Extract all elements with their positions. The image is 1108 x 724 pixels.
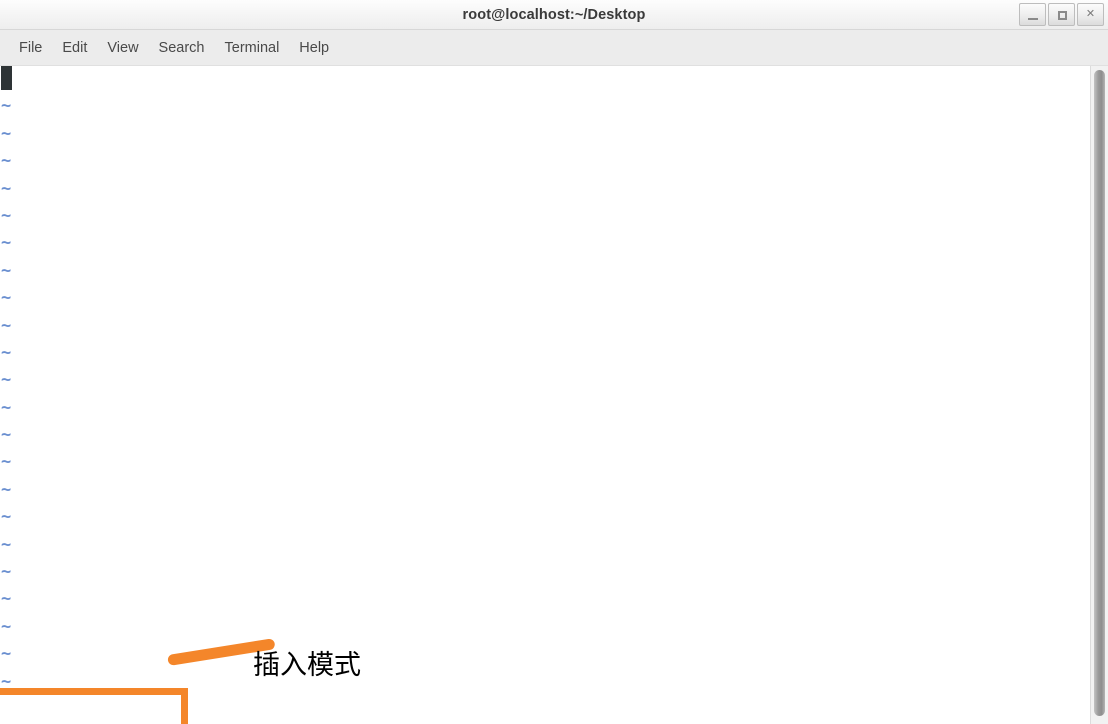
tilde-marker: ~ bbox=[1, 671, 12, 692]
annotation-label: 插入模式 bbox=[253, 650, 361, 681]
menu-item-edit[interactable]: Edit bbox=[52, 36, 97, 60]
tilde-marker: ~ bbox=[1, 534, 12, 555]
tilde-marker: ~ bbox=[1, 589, 12, 610]
vim-empty-line: ~ bbox=[0, 230, 1090, 257]
maximize-icon bbox=[1058, 11, 1067, 20]
vim-empty-line: ~ bbox=[0, 313, 1090, 340]
scrollbar-thumb[interactable] bbox=[1094, 70, 1105, 716]
vim-empty-line: ~ bbox=[0, 340, 1090, 367]
vim-empty-line: ~ bbox=[0, 641, 1090, 668]
terminal-body[interactable]: ~~~~~~~~~~~~~~~~~~~~~~ -- INSERT -- 0,1 … bbox=[0, 66, 1108, 724]
tilde-marker: ~ bbox=[1, 260, 12, 281]
vim-empty-line: ~ bbox=[0, 285, 1090, 312]
close-icon: ✕ bbox=[1085, 8, 1096, 20]
vim-empty-line: ~ bbox=[0, 477, 1090, 504]
tilde-marker: ~ bbox=[1, 644, 12, 665]
vertical-scrollbar[interactable] bbox=[1090, 66, 1108, 724]
tilde-marker: ~ bbox=[1, 370, 12, 391]
window-title: root@localhost:~/Desktop bbox=[462, 7, 646, 23]
terminal-window: root@localhost:~/Desktop ✕ File Edit Vie… bbox=[0, 0, 1108, 724]
vim-empty-line: ~ bbox=[0, 258, 1090, 285]
vim-buffer[interactable]: ~ ~ ~ ~ ~ ~ ~ ~ ~ ~ ~ ~ ~ ~ ~ ~ ~ ~ ~ ~ ~ ~ bbox=[0, 66, 1090, 696]
vim-cursor-line bbox=[0, 66, 1090, 93]
tilde-marker: ~ bbox=[1, 123, 12, 144]
maximize-button[interactable] bbox=[1048, 3, 1075, 26]
tilde-marker: ~ bbox=[1, 288, 12, 309]
vim-empty-line: ~ bbox=[0, 586, 1090, 613]
menu-bar: File Edit View Search Terminal Help bbox=[0, 30, 1108, 66]
menu-item-file[interactable]: File bbox=[9, 36, 52, 60]
tilde-marker: ~ bbox=[1, 507, 12, 528]
menu-item-help[interactable]: Help bbox=[289, 36, 339, 60]
tilde-marker: ~ bbox=[1, 397, 12, 418]
menu-item-search[interactable]: Search bbox=[149, 36, 215, 60]
vim-empty-line: ~ bbox=[0, 121, 1090, 148]
vim-empty-line: ~ bbox=[0, 176, 1090, 203]
title-bar: root@localhost:~/Desktop ✕ bbox=[0, 0, 1108, 30]
vim-empty-line: ~ bbox=[0, 367, 1090, 394]
tilde-marker: ~ bbox=[1, 616, 12, 637]
vim-empty-line: ~ bbox=[0, 203, 1090, 230]
vim-empty-line: ~ bbox=[0, 559, 1090, 586]
tilde-marker: ~ bbox=[1, 315, 12, 336]
window-controls: ✕ bbox=[1017, 3, 1104, 26]
tilde-marker: ~ bbox=[1, 562, 12, 583]
tilde-marker: ~ bbox=[1, 452, 12, 473]
vim-empty-line: ~ bbox=[0, 449, 1090, 476]
vim-empty-line: ~ bbox=[0, 395, 1090, 422]
menu-item-terminal[interactable]: Terminal bbox=[215, 36, 290, 60]
tilde-marker: ~ bbox=[1, 151, 12, 172]
tilde-marker: ~ bbox=[1, 425, 12, 446]
text-cursor bbox=[1, 66, 12, 90]
vim-empty-line: ~ bbox=[0, 93, 1090, 120]
tilde-marker: ~ bbox=[1, 233, 12, 254]
minimize-button[interactable] bbox=[1019, 3, 1046, 26]
tilde-marker: ~ bbox=[1, 178, 12, 199]
vim-empty-line: ~ bbox=[0, 504, 1090, 531]
vim-empty-line: ~ bbox=[0, 532, 1090, 559]
vim-empty-line: ~ bbox=[0, 422, 1090, 449]
vim-empty-line: ~ bbox=[0, 614, 1090, 641]
close-button[interactable]: ✕ bbox=[1077, 3, 1104, 26]
tilde-marker: ~ bbox=[1, 96, 12, 117]
menu-item-view[interactable]: View bbox=[97, 36, 148, 60]
tilde-marker: ~ bbox=[1, 205, 12, 226]
vim-empty-line: ~ bbox=[0, 669, 1090, 696]
tilde-marker: ~ bbox=[1, 479, 12, 500]
minimize-icon bbox=[1028, 18, 1038, 20]
vim-empty-line: ~ bbox=[0, 148, 1090, 175]
tilde-marker: ~ bbox=[1, 342, 12, 363]
